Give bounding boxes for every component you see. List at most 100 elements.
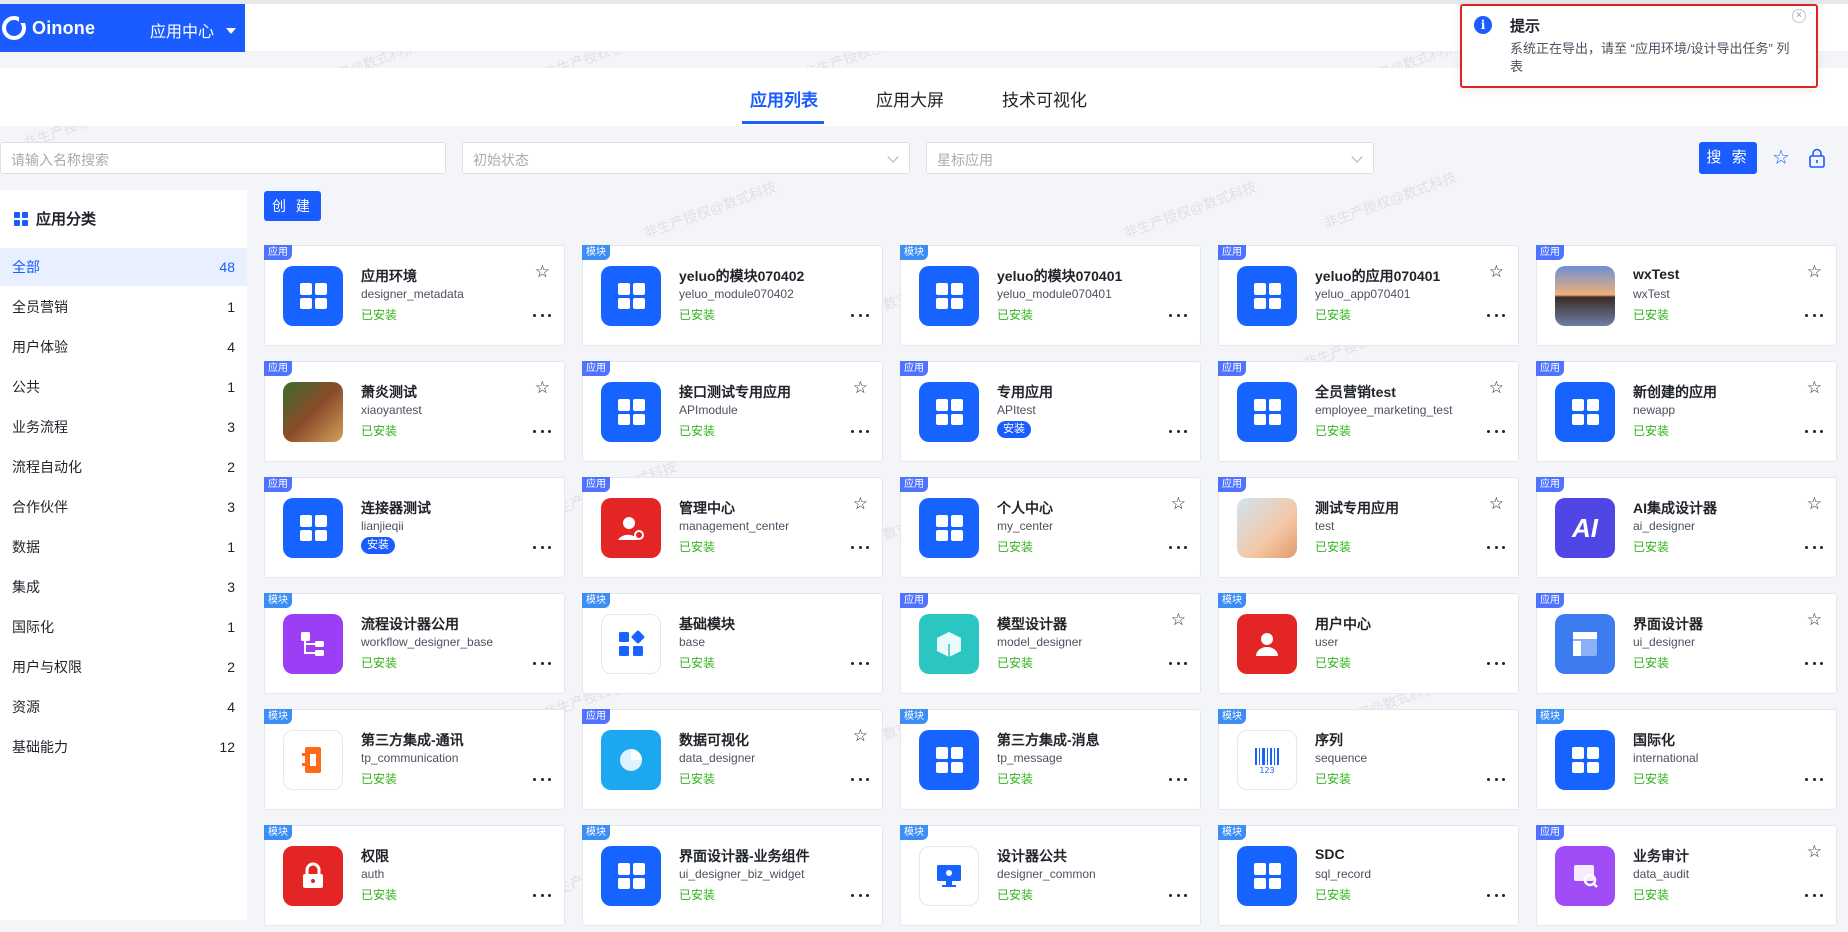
app-card[interactable]: 应用 全员营销test employee_marketing_test 已安装 ☆ — [1218, 361, 1519, 462]
more-icon[interactable] — [1169, 430, 1187, 434]
more-icon[interactable] — [1805, 314, 1823, 318]
more-icon[interactable] — [851, 430, 869, 434]
app-card[interactable]: 应用 连接器测试 lianjieqii 安装 — [264, 477, 565, 578]
search-input[interactable]: 请输入名称搜索 — [0, 142, 446, 174]
caret-down-icon[interactable] — [226, 28, 236, 34]
star-icon[interactable]: ☆ — [535, 263, 550, 280]
star-icon[interactable]: ☆ — [1807, 611, 1822, 628]
star-icon[interactable]: ☆ — [1489, 263, 1504, 280]
more-icon[interactable] — [851, 778, 869, 782]
sidebar-item[interactable]: 用户与权限 2 — [0, 648, 247, 686]
app-card[interactable]: 应用 界面设计器 ui_designer 已安装 ☆ — [1536, 593, 1837, 694]
app-card[interactable]: 应用 新创建的应用 newapp 已安装 ☆ — [1536, 361, 1837, 462]
star-icon[interactable]: ☆ — [853, 727, 868, 744]
star-icon[interactable]: ☆ — [535, 379, 550, 396]
sidebar-item[interactable]: 用户体验 4 — [0, 328, 247, 366]
status-select[interactable]: 初始状态 — [462, 142, 910, 174]
app-card[interactable]: 应用 yeluo的应用070401 yeluo_app070401 已安装 ☆ — [1218, 245, 1519, 346]
sidebar-item[interactable]: 业务流程 3 — [0, 408, 247, 446]
app-card[interactable]: 模块 yeluo的模块070402 yeluo_module070402 已安装 — [582, 245, 883, 346]
more-icon[interactable] — [533, 546, 551, 550]
more-icon[interactable] — [1169, 314, 1187, 318]
app-card[interactable]: 模块 国际化 international 已安装 — [1536, 709, 1837, 810]
star-icon[interactable]: ☆ — [1171, 611, 1186, 628]
star-icon[interactable]: ☆ — [1171, 495, 1186, 512]
sidebar-item[interactable]: 集成 3 — [0, 568, 247, 606]
app-card[interactable]: 应用 接口测试专用应用 APImodule 已安装 ☆ — [582, 361, 883, 462]
sidebar-item[interactable]: 数据 1 — [0, 528, 247, 566]
app-card[interactable]: 模块 基础模块 base 已安装 — [582, 593, 883, 694]
logo-area[interactable]: Oinone 应用中心 — [0, 4, 245, 52]
tab-app-list[interactable]: 应用列表 — [750, 86, 818, 111]
star-icon[interactable]: ☆ — [1489, 495, 1504, 512]
more-icon[interactable] — [1487, 778, 1505, 782]
more-icon[interactable] — [851, 546, 869, 550]
more-icon[interactable] — [1169, 662, 1187, 666]
more-icon[interactable] — [533, 314, 551, 318]
app-card[interactable]: 应用 应用环境 designer_metadata 已安装 ☆ — [264, 245, 565, 346]
lock-filter-icon[interactable] — [1808, 148, 1826, 168]
app-card[interactable]: 模块 第三方集成-消息 tp_message 已安装 — [900, 709, 1201, 810]
sidebar-item[interactable]: 国际化 1 — [0, 608, 247, 646]
app-card[interactable]: 应用 AI AI集成设计器 ai_designer 已安装 ☆ — [1536, 477, 1837, 578]
app-card[interactable]: 模块 界面设计器-业务组件 ui_designer_biz_widget 已安装 — [582, 825, 883, 926]
more-icon[interactable] — [1169, 546, 1187, 550]
sidebar-item[interactable]: 流程自动化 2 — [0, 448, 247, 486]
star-icon[interactable]: ☆ — [1807, 263, 1822, 280]
app-card[interactable]: 模块 123 序列 sequence 已安装 — [1218, 709, 1519, 810]
more-icon[interactable] — [533, 778, 551, 782]
app-card[interactable]: 模块 SDC sql_record 已安装 — [1218, 825, 1519, 926]
more-icon[interactable] — [1487, 430, 1505, 434]
app-card[interactable]: 模块 yeluo的模块070401 yeluo_module070401 已安装 — [900, 245, 1201, 346]
app-card[interactable]: 应用 专用应用 APItest 安装 — [900, 361, 1201, 462]
more-icon[interactable] — [1169, 894, 1187, 898]
more-icon[interactable] — [851, 662, 869, 666]
star-icon[interactable]: ☆ — [1807, 495, 1822, 512]
star-icon[interactable]: ☆ — [853, 495, 868, 512]
sidebar-item[interactable]: 公共 1 — [0, 368, 247, 406]
sidebar-item[interactable]: 合作伙伴 3 — [0, 488, 247, 526]
install-button[interactable]: 安装 — [361, 537, 395, 554]
app-card[interactable]: 模块 用户中心 user 已安装 — [1218, 593, 1519, 694]
app-card[interactable]: 模块 权限 auth 已安装 — [264, 825, 565, 926]
more-icon[interactable] — [533, 662, 551, 666]
create-button[interactable]: 创 建 — [264, 191, 321, 221]
sidebar-item[interactable]: 资源 4 — [0, 688, 247, 726]
more-icon[interactable] — [1169, 778, 1187, 782]
star-icon[interactable]: ☆ — [1807, 379, 1822, 396]
star-icon[interactable]: ☆ — [1489, 379, 1504, 396]
more-icon[interactable] — [1487, 314, 1505, 318]
app-card[interactable]: 应用 萧炎测试 xiaoyantest 已安装 ☆ — [264, 361, 565, 462]
more-icon[interactable] — [1487, 662, 1505, 666]
sidebar-item[interactable]: 全员营销 1 — [0, 288, 247, 326]
more-icon[interactable] — [1487, 894, 1505, 898]
app-card[interactable]: 模块 设计器公共 designer_common 已安装 — [900, 825, 1201, 926]
app-card[interactable]: 应用 数据可视化 data_designer 已安装 ☆ — [582, 709, 883, 810]
tab-app-dashboard[interactable]: 应用大屏 — [876, 86, 944, 111]
app-card[interactable]: 应用 wxTest wxTest 已安装 ☆ — [1536, 245, 1837, 346]
app-card[interactable]: 模块 第三方集成-通讯 tp_communication 已安装 — [264, 709, 565, 810]
star-app-select[interactable]: 星标应用 — [926, 142, 1374, 174]
app-card[interactable]: 应用 测试专用应用 test 已安装 ☆ — [1218, 477, 1519, 578]
app-card[interactable]: 应用 业务审计 data_audit 已安装 ☆ — [1536, 825, 1837, 926]
star-icon[interactable]: ☆ — [1807, 843, 1822, 860]
star-icon[interactable]: ☆ — [853, 379, 868, 396]
more-icon[interactable] — [1805, 662, 1823, 666]
sidebar-item[interactable]: 基础能力 12 — [0, 728, 247, 766]
more-icon[interactable] — [1805, 894, 1823, 898]
more-icon[interactable] — [533, 430, 551, 434]
sidebar-item[interactable]: 全部 48 — [0, 248, 247, 286]
more-icon[interactable] — [851, 894, 869, 898]
install-button[interactable]: 安装 — [997, 421, 1031, 438]
more-icon[interactable] — [851, 314, 869, 318]
more-icon[interactable] — [1805, 430, 1823, 434]
app-card[interactable]: 应用 模型设计器 model_designer 已安装 ☆ — [900, 593, 1201, 694]
search-button[interactable]: 搜 索 — [1699, 142, 1757, 174]
app-card[interactable]: 应用 个人中心 my_center 已安装 ☆ — [900, 477, 1201, 578]
close-icon[interactable]: × — [1792, 9, 1806, 23]
tab-tech-visualization[interactable]: 技术可视化 — [1002, 86, 1087, 111]
more-icon[interactable] — [1805, 778, 1823, 782]
more-icon[interactable] — [1805, 546, 1823, 550]
more-icon[interactable] — [533, 894, 551, 898]
app-center-menu[interactable]: 应用中心 — [150, 18, 214, 42]
